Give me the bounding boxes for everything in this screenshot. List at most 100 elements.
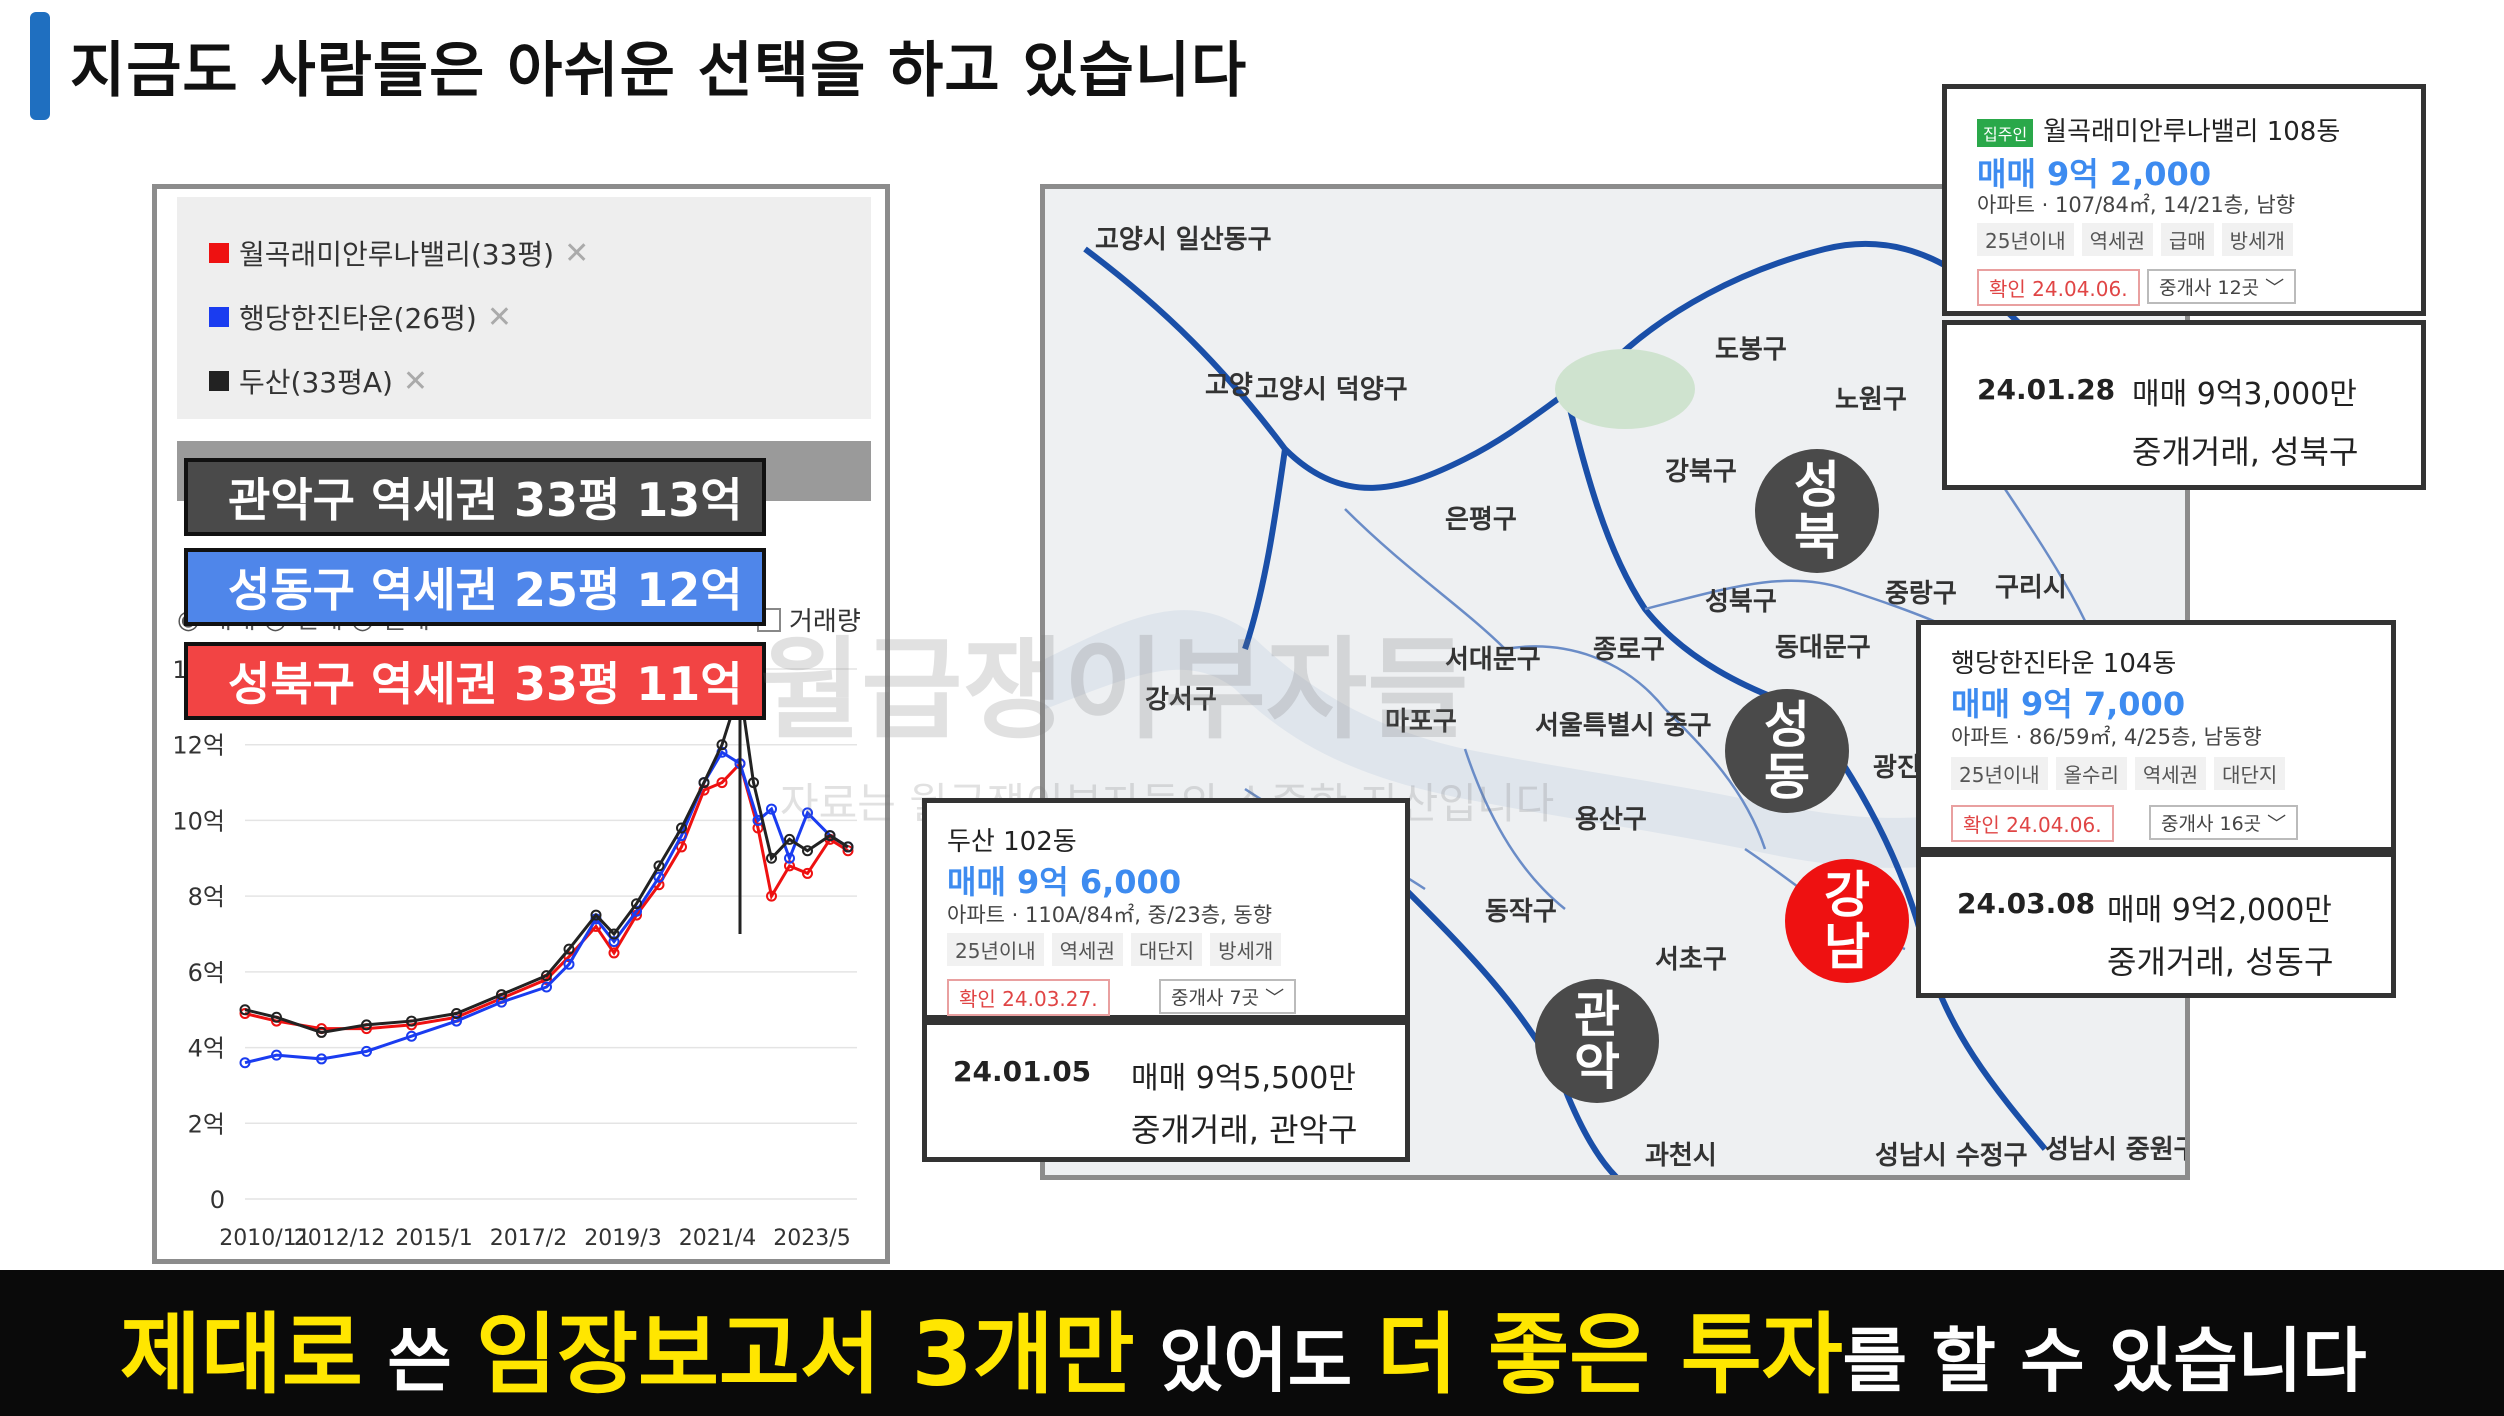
y-tick-label: 4억	[188, 1035, 225, 1063]
confirm-date: 확인 24.03.27.	[947, 979, 1110, 1016]
listing-spec: 아파트 · 110A/84㎡, 중/23층, 동향	[947, 903, 1273, 927]
legend-item-haengdang: 행당한진타운(26평) ✕	[209, 297, 512, 337]
banner-part: 를 할 수 있습니다	[1842, 1320, 2367, 1402]
x-tick-label: 2021/4	[679, 1226, 756, 1251]
trade-record-doosan: 24.01.05 매매 9억5,500만 중개거래, 관악구	[922, 1020, 1410, 1162]
x-tick-label: 2023/5	[773, 1226, 850, 1251]
listing-price: 매매 9억 7,000	[1951, 685, 2186, 723]
district-circle-gangnam: 강 남	[1785, 859, 1909, 983]
legend-swatch-black	[209, 371, 229, 391]
chip: 대단지	[2214, 757, 2286, 790]
trade-price: 매매 9억2,000만	[2107, 893, 2332, 928]
banner-part: 임장보고서 3개만	[476, 1303, 1135, 1406]
chip: 급매	[2160, 223, 2214, 256]
legend-label: 두산(33평A)	[239, 366, 393, 399]
map-label-jungwon: 성남시 중원구	[2045, 1135, 2190, 1165]
listing-name: 행당한진타운 104동	[1951, 649, 2177, 679]
map-label-dongdaemun: 동대문구	[1775, 633, 1871, 663]
trade-date: 24.03.08	[1957, 887, 2096, 920]
map-label-junggu: 서울특별시 중구	[1535, 711, 1712, 741]
confirm-date: 확인 24.04.06.	[1951, 805, 2114, 842]
map-label-gwacheon: 과천시	[1645, 1141, 1717, 1171]
map-label-yongsan: 용산구	[1575, 805, 1647, 835]
chip: 25년이내	[947, 933, 1044, 966]
trade-price: 매매 9억3,000만	[2132, 377, 2357, 412]
map-label-nowon: 노원구	[1835, 385, 1907, 415]
map-label-sujeong: 성남시 수정구	[1875, 1141, 2028, 1171]
y-tick-label: 6억	[188, 959, 225, 987]
trade-type: 중개거래, 관악구	[1131, 1111, 1358, 1149]
listing-price: 매매 9억 6,000	[947, 863, 1182, 901]
chip: 25년이내	[1951, 757, 2048, 790]
listing-card-haengdang[interactable]: 행당한진타운 104동 매매 9억 7,000 아파트 · 86/59㎡, 4/…	[1916, 620, 2396, 852]
chip: 방세개	[2221, 223, 2293, 256]
trade-record-haengdang: 24.03.08 매매 9억2,000만 중개거래, 성동구	[1916, 852, 2396, 998]
map-label-deogyang: 고양시 덕양구	[1255, 375, 1408, 405]
close-icon[interactable]: ✕	[487, 300, 512, 335]
agents-dropdown[interactable]: 중개사 7곳 ﹀	[1159, 979, 1297, 1014]
confirm-date: 확인 24.04.06.	[1977, 269, 2140, 306]
close-icon[interactable]: ✕	[403, 364, 428, 399]
district-circle-gwanak: 관 악	[1535, 979, 1659, 1103]
listing-name: 두산 102동	[947, 827, 1077, 857]
y-tick-label: 10억	[172, 807, 225, 835]
chip: 대단지	[1130, 933, 1203, 966]
chart-legend: 월곡래미안루나밸리(33평) ✕ 행당한진타운(26평) ✕ 두산(33평A) …	[177, 197, 871, 419]
banner-text: 제대로 쓴 임장보고서 3개만 있어도 더 좋은 투자를 할 수 있습니다	[120, 1284, 2367, 1411]
district-circle-seongdong: 성 동	[1725, 689, 1849, 813]
listing-spec: 아파트 · 107/84㎡, 14/21층, 남향	[1977, 193, 2296, 217]
map-label-gwangjin: 광진	[1873, 753, 1921, 783]
chip: 올수리	[2055, 757, 2127, 790]
map-label-dobong: 도봉구	[1715, 335, 1787, 365]
trade-record-wolgok: 24.01.28 매매 9억3,000만 중개거래, 성북구	[1942, 320, 2426, 490]
map-label-eunpyeong: 은평구	[1445, 505, 1517, 535]
agents-dropdown[interactable]: 중개사 16곳 ﹀	[2149, 805, 2299, 840]
chip: 역세권	[2134, 757, 2207, 790]
trade-date: 24.01.28	[1977, 373, 2116, 406]
y-tick-label: 8억	[188, 883, 225, 911]
map-label-jungnang: 중랑구	[1885, 579, 1957, 609]
map-label-guri: 구리시	[1995, 573, 2067, 603]
listing-card-wolgok[interactable]: 집주인 월곡래미안루나밸리 108동 매매 9억 2,000 아파트 · 107/…	[1942, 84, 2426, 316]
x-tick-label: 2012/12	[294, 1226, 385, 1251]
x-tick-label: 2015/1	[395, 1226, 472, 1251]
legend-swatch-blue	[209, 307, 229, 327]
trade-date: 24.01.05	[953, 1055, 1092, 1088]
map-label-seocho: 서초구	[1655, 945, 1727, 975]
x-tick-label: 2019/3	[584, 1226, 661, 1251]
legend-label: 행당한진타운(26평)	[239, 302, 477, 335]
legend-swatch-red	[209, 243, 229, 263]
agents-dropdown[interactable]: 중개사 12곳 ﹀	[2147, 269, 2297, 304]
listing-spec: 아파트 · 86/59㎡, 4/25층, 남동향	[1951, 725, 2262, 749]
listing-chips: 25년이내 올수리 역세권 대단지	[1951, 757, 2293, 790]
chip: 역세권	[2081, 223, 2153, 256]
banner-part: 더 좋은 투자	[1376, 1303, 1843, 1406]
listing-card-doosan[interactable]: 두산 102동 매매 9억 6,000 아파트 · 110A/84㎡, 중/23…	[922, 798, 1410, 1020]
map-label-goyang: 고양	[1205, 371, 1253, 401]
legend-item-wolgok: 월곡래미안루나밸리(33평) ✕	[209, 233, 589, 273]
listing-name: 집주인 월곡래미안루나밸리 108동	[1977, 111, 2340, 148]
chip: 방세개	[1210, 933, 1282, 966]
y-tick-label: 0	[210, 1186, 225, 1214]
banner-part: 있어도	[1134, 1320, 1377, 1402]
banner-part: 제대로	[120, 1303, 363, 1406]
close-icon[interactable]: ✕	[564, 236, 589, 271]
chip: 25년이내	[1977, 223, 2074, 256]
bottom-banner: 제대로 쓴 임장보고서 3개만 있어도 더 좋은 투자를 할 수 있습니다	[0, 1270, 2504, 1416]
trade-price: 매매 9억5,500만	[1131, 1061, 1356, 1096]
district-circle-seongbuk: 성 북	[1755, 449, 1879, 573]
y-tick-label: 2억	[188, 1110, 225, 1138]
trade-type: 중개거래, 성동구	[2107, 943, 2334, 981]
map-label-ilsan: 고양시 일산동구	[1095, 225, 1272, 255]
label-seongdong: 성동구 역세권 25평 12억	[184, 548, 766, 626]
page-title: 지금도 사람들은 아쉬운 선택을 하고 있습니다	[70, 36, 1248, 106]
map-label-seongbuk: 성북구	[1705, 587, 1777, 617]
legend-item-doosan: 두산(33평A) ✕	[209, 361, 428, 401]
banner-part: 쓴	[362, 1320, 477, 1402]
owner-badge: 집주인	[1977, 118, 2034, 147]
legend-label: 월곡래미안루나밸리(33평)	[239, 238, 555, 271]
x-tick-label: 2017/2	[490, 1226, 567, 1251]
chip: 역세권	[1051, 933, 1123, 966]
map-label-dongjak: 동작구	[1485, 897, 1557, 927]
watermark: 월급쟁이부자들	[760, 626, 1469, 754]
